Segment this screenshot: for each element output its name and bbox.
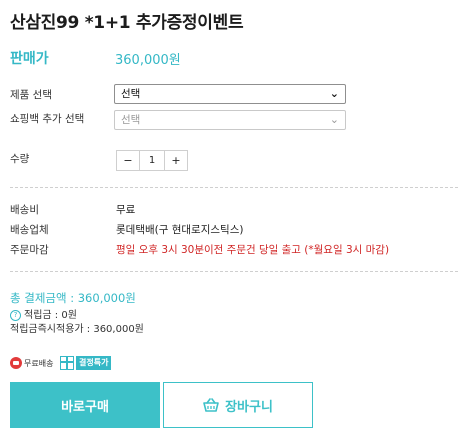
product-select[interactable]: 선택 ⌄: [114, 84, 346, 104]
divider: [10, 271, 458, 272]
truck-icon: [10, 357, 22, 369]
chevron-down-icon: ⌄: [329, 113, 339, 126]
chevron-down-icon: ⌄: [329, 87, 339, 100]
special-price-badge: 결정특가: [60, 355, 112, 371]
quantity-label: 수량: [10, 153, 30, 165]
order-cutoff-label: 주문마감: [10, 244, 49, 256]
bag-select-value: 선택: [121, 114, 141, 126]
buy-now-button[interactable]: 바로구매: [10, 382, 160, 428]
bag-select[interactable]: 선택 ⌄: [114, 110, 346, 130]
total-amount: 총 결제금액 : 360,000원: [10, 291, 136, 305]
carrier-label: 배송업체: [10, 224, 49, 236]
quantity-decrease-button[interactable]: −: [117, 151, 140, 170]
add-to-cart-button[interactable]: 장바구니: [163, 382, 313, 428]
gift-icon: [60, 356, 74, 370]
free-shipping-badge: 무료배송: [10, 356, 53, 370]
buy-now-label: 바로구매: [61, 399, 109, 415]
shipping-fee-value: 무료: [116, 204, 136, 216]
product-select-label: 제품 선택: [10, 89, 52, 101]
carrier-value: 롯데택배(구 현대로지스틱스): [116, 224, 244, 236]
basket-icon: [203, 398, 219, 412]
price-value: 360,000원: [115, 53, 181, 68]
order-cutoff-value: 평일 오후 3시 30분이전 주문건 당일 출고 (*월요일 3시 마감): [116, 244, 390, 256]
quantity-increase-button[interactable]: +: [164, 151, 187, 170]
points-row: ? 적립금 : 0원: [10, 306, 77, 321]
price-label: 판매가: [10, 51, 49, 67]
divider: [10, 187, 458, 188]
points-applied-price: 적립금즉시적용가 : 360,000원: [10, 324, 144, 335]
shipping-fee-label: 배송비: [10, 204, 39, 216]
bag-select-label: 쇼핑백 추가 선택: [10, 113, 85, 125]
quantity-value[interactable]: 1: [140, 151, 164, 170]
cart-label: 장바구니: [225, 399, 273, 415]
quantity-stepper[interactable]: − 1 +: [116, 150, 188, 171]
product-title: 산삼진99 *1+1 추가증정이벤트: [10, 13, 244, 33]
special-price-text: 결정특가: [76, 356, 112, 370]
product-select-value: 선택: [121, 88, 141, 100]
free-shipping-text: 무료배송: [24, 358, 54, 368]
